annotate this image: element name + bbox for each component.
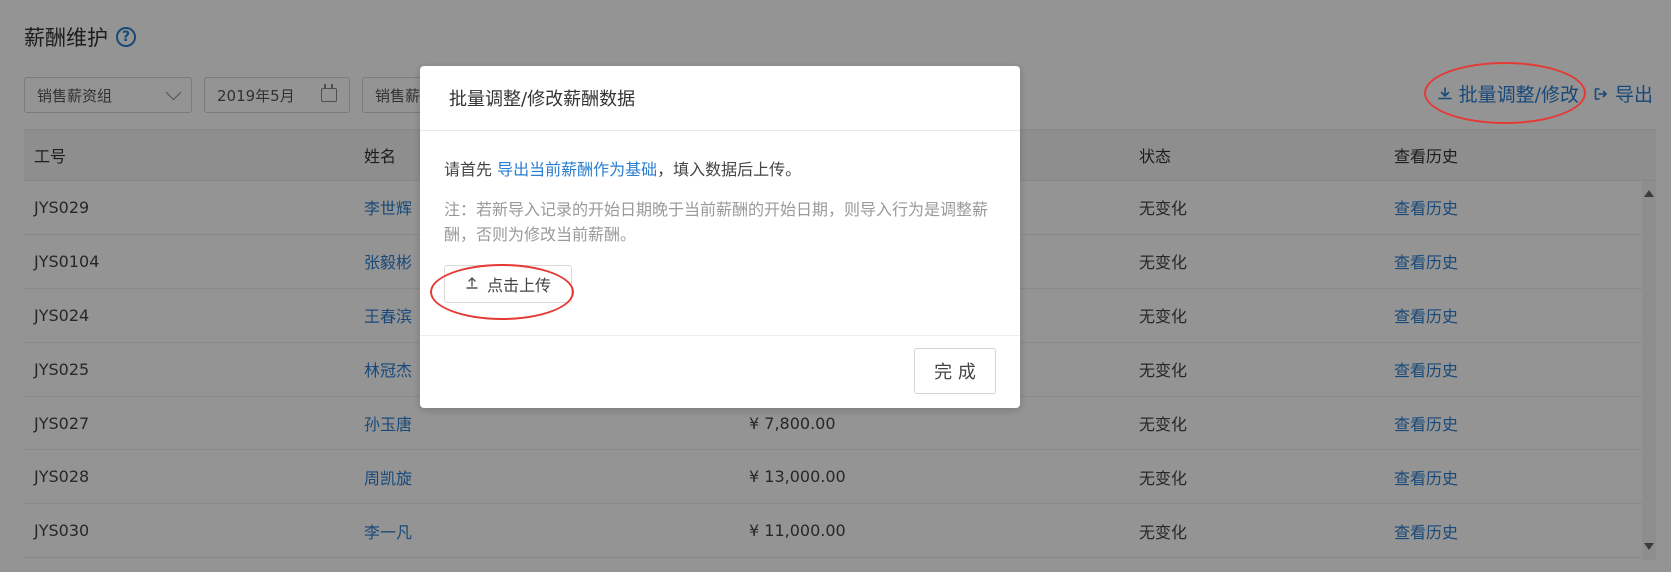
done-button[interactable]: 完 成 bbox=[914, 348, 996, 394]
instruction-suffix: ，填入数据后上传。 bbox=[657, 160, 802, 179]
salary-maintenance-page: 薪酬维护 ? 销售薪资组 2019年5月 销售薪 批量调整/修改 导出 工号 姓… bbox=[0, 0, 1671, 572]
batch-adjust-modal: 批量调整/修改薪酬数据 请首先 导出当前薪酬作为基础，填入数据后上传。 注：若新… bbox=[420, 66, 1020, 408]
modal-body: 请首先 导出当前薪酬作为基础，填入数据后上传。 注：若新导入记录的开始日期晚于当… bbox=[420, 131, 1020, 303]
export-base-link[interactable]: 导出当前薪酬作为基础 bbox=[497, 160, 657, 179]
instruction-prefix: 请首先 bbox=[444, 160, 493, 179]
modal-title: 批量调整/修改薪酬数据 bbox=[449, 89, 636, 110]
instruction-line: 请首先 导出当前薪酬作为基础，填入数据后上传。 bbox=[444, 157, 996, 182]
upload-icon bbox=[465, 275, 479, 294]
modal-footer: 完 成 bbox=[420, 335, 1020, 408]
upload-label: 点击上传 bbox=[486, 276, 551, 295]
import-note: 注：若新导入记录的开始日期晚于当前薪酬的开始日期，则导入行为是调整薪酬，否则为修… bbox=[444, 200, 989, 244]
modal-header: 批量调整/修改薪酬数据 bbox=[420, 66, 1020, 131]
upload-button[interactable]: 点击上传 bbox=[444, 265, 572, 303]
